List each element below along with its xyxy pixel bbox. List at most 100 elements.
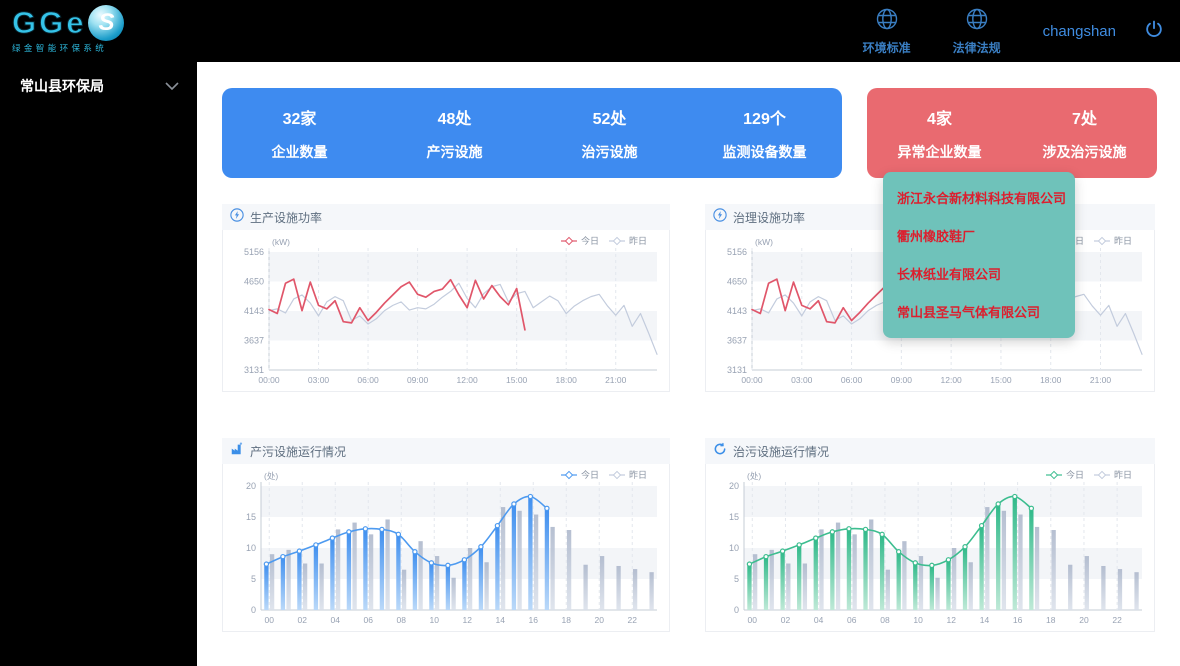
chart-card-production-power: 生产设施功率 51564650414336373131(kW)00:0003:0…: [222, 204, 670, 392]
nav-label: 法律法规: [953, 39, 1001, 56]
stats-card-abnormal[interactable]: 4家异常企业数量 7处涉及治污设施: [867, 88, 1157, 178]
svg-text:21:00: 21:00: [1090, 375, 1112, 385]
svg-text:09:00: 09:00: [407, 375, 429, 385]
svg-text:22: 22: [628, 615, 638, 625]
svg-text:18:00: 18:00: [556, 375, 578, 385]
svg-text:14: 14: [496, 615, 506, 625]
chimney-icon: [230, 442, 244, 461]
chart-plot: 20151050(处)000204060810121416182022今日昨日: [705, 464, 1155, 632]
stat-label: 监测设备数量: [723, 142, 807, 162]
svg-text:12: 12: [463, 615, 473, 625]
chart-card-treatment-facility-run: 治污设施运行情况 20151050(处)00020406081012141618…: [705, 438, 1155, 632]
username[interactable]: changshan: [1043, 23, 1116, 40]
chart-header: 产污设施运行情况: [222, 438, 670, 464]
svg-text:08: 08: [880, 615, 890, 625]
svg-text:02: 02: [781, 615, 791, 625]
svg-text:昨日: 昨日: [1114, 469, 1132, 480]
svg-text:00:00: 00:00: [258, 375, 280, 385]
svg-text:00: 00: [265, 615, 275, 625]
svg-text:06:00: 06:00: [841, 375, 863, 385]
nav-item-laws[interactable]: 法律法规: [953, 6, 1001, 56]
svg-text:09:00: 09:00: [891, 375, 913, 385]
chart-title: 治理设施功率: [733, 209, 805, 226]
svg-text:03:00: 03:00: [791, 375, 813, 385]
top-navigation: 环境标准 法律法规 changshan: [863, 0, 1180, 62]
svg-text:20: 20: [246, 481, 256, 491]
svg-text:12: 12: [947, 615, 957, 625]
sidebar-item-org[interactable]: 常山县环保局: [0, 62, 197, 110]
globe-icon: [964, 6, 990, 37]
svg-text:15: 15: [729, 512, 739, 522]
svg-text:12:00: 12:00: [941, 375, 963, 385]
power-circle-icon: [230, 208, 244, 227]
svg-text:3131: 3131: [727, 365, 747, 375]
svg-text:0: 0: [734, 605, 739, 615]
svg-text:15:00: 15:00: [506, 375, 528, 385]
chart-plot: 20151050(处)000204060810121416182022今日昨日: [222, 464, 670, 632]
svg-text:20: 20: [595, 615, 605, 625]
stat-label: 产污设施: [427, 142, 483, 162]
svg-text:4143: 4143: [727, 306, 747, 316]
svg-text:(处): (处): [747, 471, 761, 481]
chart-title: 治污设施运行情况: [733, 443, 829, 460]
stat-item: 7处涉及治污设施: [1012, 88, 1157, 178]
stat-label: 企业数量: [272, 142, 328, 162]
svg-text:10: 10: [246, 543, 256, 553]
svg-text:5: 5: [251, 574, 256, 584]
nav-item-env-standards[interactable]: 环境标准: [863, 6, 911, 56]
svg-text:16: 16: [1013, 615, 1023, 625]
svg-text:00:00: 00:00: [741, 375, 763, 385]
app-root: GGe S 绿金智能环保系统 环境标准: [0, 0, 1180, 666]
svg-text:15: 15: [246, 512, 256, 522]
chart-plot: 51564650414336373131(kW)00:0003:0006:000…: [222, 230, 670, 392]
chart-card-pollution-facility-run: 产污设施运行情况 20151050(处)00020406081012141618…: [222, 438, 670, 632]
svg-text:4650: 4650: [727, 276, 747, 286]
svg-text:18: 18: [1046, 615, 1056, 625]
svg-text:3637: 3637: [244, 336, 264, 346]
svg-text:0: 0: [251, 605, 256, 615]
svg-text:昨日: 昨日: [1114, 235, 1132, 246]
svg-text:14: 14: [980, 615, 990, 625]
stat-value: 129个: [743, 105, 786, 129]
app-logo: GGe S 绿金智能环保系统: [12, 5, 124, 54]
svg-text:04: 04: [814, 615, 824, 625]
svg-text:20: 20: [729, 481, 739, 491]
svg-text:(处): (处): [264, 471, 278, 481]
svg-text:10: 10: [729, 543, 739, 553]
svg-text:5156: 5156: [727, 247, 747, 257]
stat-label: 治污设施: [582, 142, 638, 162]
svg-text:03:00: 03:00: [308, 375, 330, 385]
stat-value: 4家: [927, 105, 952, 129]
svg-text:(kW): (kW): [755, 237, 773, 247]
svg-text:(kW): (kW): [272, 237, 290, 247]
svg-text:15:00: 15:00: [990, 375, 1012, 385]
svg-text:4143: 4143: [244, 306, 264, 316]
company-item[interactable]: 长林纸业有限公司: [883, 254, 1075, 292]
nav-label: 环境标准: [863, 39, 911, 56]
svg-text:06: 06: [364, 615, 374, 625]
svg-text:06:00: 06:00: [357, 375, 379, 385]
svg-text:06: 06: [847, 615, 857, 625]
power-button[interactable]: [1144, 19, 1164, 44]
stat-item: 52处治污设施: [532, 88, 687, 178]
svg-text:10: 10: [430, 615, 440, 625]
power-icon: [1144, 19, 1164, 44]
stat-value: 52处: [593, 105, 627, 129]
svg-text:20: 20: [1079, 615, 1089, 625]
svg-text:00: 00: [748, 615, 758, 625]
svg-text:02: 02: [298, 615, 308, 625]
company-item[interactable]: 浙江永合新材料科技有限公司: [883, 178, 1075, 216]
chart-title: 产污设施运行情况: [250, 443, 346, 460]
chart-title: 生产设施功率: [250, 209, 322, 226]
company-item[interactable]: 衢州橡胶鞋厂: [883, 216, 1075, 254]
abnormal-company-list: 浙江永合新材料科技有限公司衢州橡胶鞋厂长林纸业有限公司常山县圣马气体有限公司: [883, 172, 1075, 338]
stat-label: 异常企业数量: [898, 142, 982, 162]
svg-text:22: 22: [1112, 615, 1122, 625]
svg-text:18:00: 18:00: [1040, 375, 1062, 385]
svg-text:5156: 5156: [244, 247, 264, 257]
stat-value: 32家: [283, 105, 317, 129]
svg-text:18: 18: [562, 615, 572, 625]
svg-text:21:00: 21:00: [605, 375, 627, 385]
svg-text:3637: 3637: [727, 336, 747, 346]
company-item[interactable]: 常山县圣马气体有限公司: [883, 292, 1075, 330]
